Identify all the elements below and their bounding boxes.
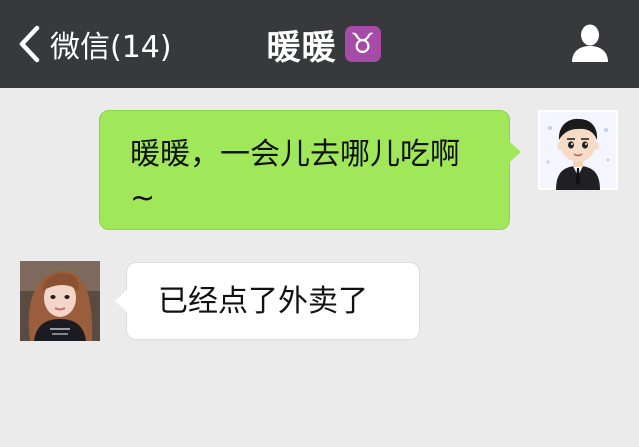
message-bubble-received[interactable]: 已经点了外卖了	[115, 262, 420, 340]
contact-name: 暖暖	[266, 27, 337, 68]
message-text: 暖暖，一会儿去哪儿吃啊~	[130, 137, 460, 216]
contact-photo-image	[20, 261, 100, 341]
message-text: 已经点了外卖了	[158, 284, 368, 319]
avatar-contact[interactable]	[20, 261, 100, 341]
person-icon	[572, 24, 608, 62]
chat-info-button[interactable]	[569, 22, 611, 64]
chat-title: 暖暖 ♉	[0, 20, 639, 68]
cartoon-avatar-image	[538, 110, 618, 190]
message-bubble-sent[interactable]: 暖暖，一会儿去哪儿吃啊~	[99, 110, 521, 230]
navigation-bar: 微信(14) 暖暖 ♉	[0, 0, 639, 88]
taurus-icon: ♉	[344, 26, 381, 62]
avatar-me[interactable]	[538, 110, 618, 190]
